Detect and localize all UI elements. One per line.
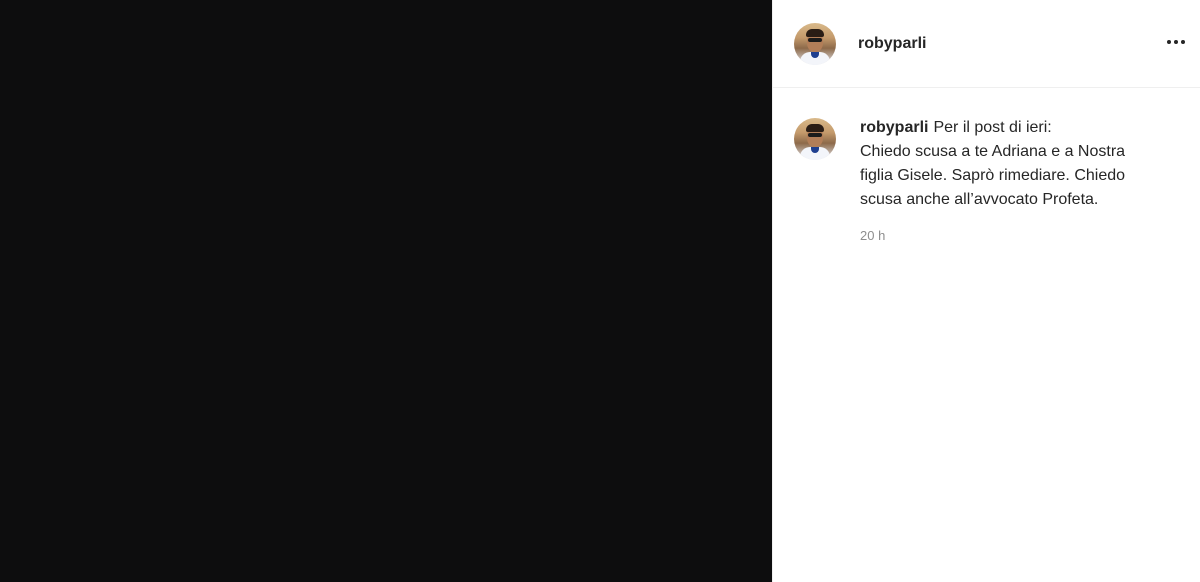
avatar-hair xyxy=(806,28,824,37)
instagram-post: robyparli robyparli Per il post di ieri: … xyxy=(0,0,1200,582)
caption-line-1: Per il post di ieri: xyxy=(933,119,1052,136)
post-media-image[interactable] xyxy=(0,0,772,582)
caption-author-username[interactable]: robyparli xyxy=(860,119,928,136)
avatar-hair xyxy=(806,124,824,132)
more-dot xyxy=(1174,40,1178,44)
caption-comment: robyparli Per il post di ieri: Chiedo scu… xyxy=(773,88,1200,243)
profile-avatar[interactable] xyxy=(794,22,836,65)
caption-text: robyparli Per il post di ieri: Chiedo scu… xyxy=(860,116,1180,212)
caption-line-2: Chiedo scusa a te Adriana e a Nostra xyxy=(860,143,1126,160)
caption-line-4: scusa anche all’avvocato Profeta. xyxy=(860,191,1099,208)
caption-body: robyparli Per il post di ieri: Chiedo scu… xyxy=(860,118,1180,243)
post-sidebar: robyparli robyparli Per il post di ieri: … xyxy=(772,0,1200,582)
header-username-link[interactable]: robyparli xyxy=(858,35,926,53)
avatar-sunglasses xyxy=(808,37,822,42)
avatar-shirt-trim xyxy=(811,51,819,58)
post-timestamp[interactable]: 20 h xyxy=(860,228,1180,243)
post-header: robyparli xyxy=(773,0,1200,88)
caption-line-3: figlia Gisele. Saprò rimediare. Chiedo xyxy=(860,167,1126,184)
more-horizontal-icon[interactable] xyxy=(1164,30,1188,54)
avatar-sunglasses xyxy=(808,133,822,137)
caption-author-avatar[interactable] xyxy=(794,118,836,160)
more-dot xyxy=(1167,40,1171,44)
more-dot xyxy=(1181,40,1185,44)
